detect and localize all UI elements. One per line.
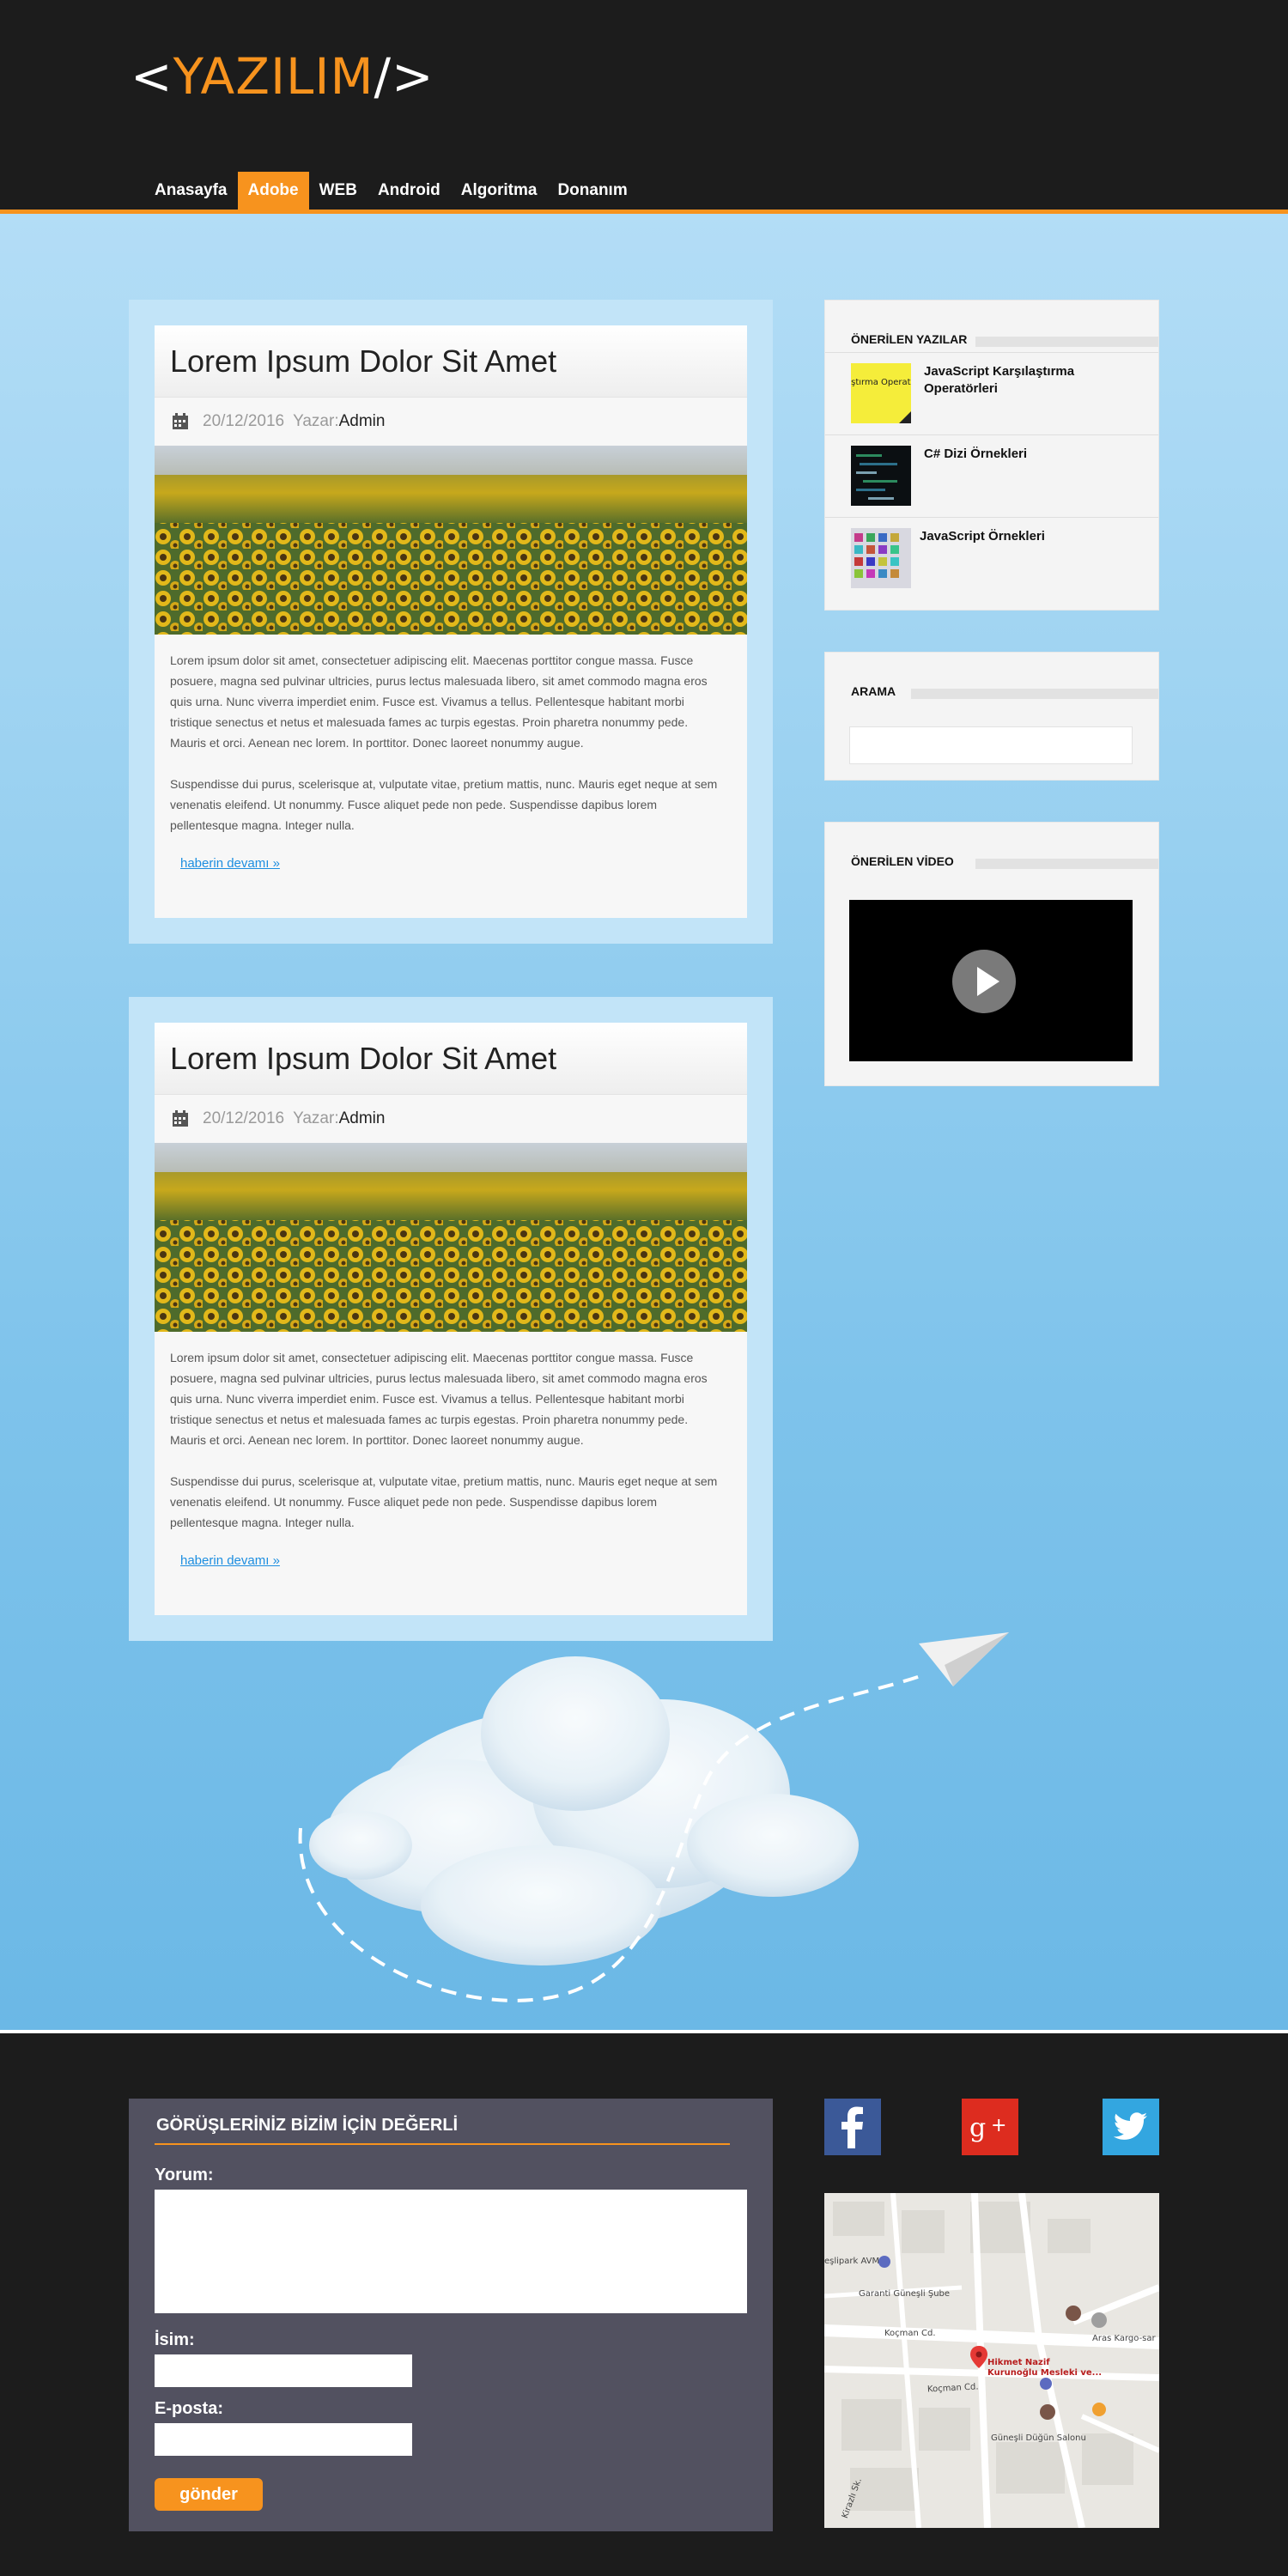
post-paragraph: Lorem ipsum dolor sit amet, consectetuer… — [170, 653, 708, 750]
twitter-icon[interactable] — [1103, 2099, 1159, 2155]
post-card: Lorem Ipsum Dolor Sit Amet 20/12/2016 Ya… — [155, 325, 747, 918]
post-paragraph: Suspendisse dui purus, scelerisque at, v… — [170, 777, 718, 832]
calendar-icon — [172, 1110, 189, 1127]
svg-text:g: g — [969, 2113, 986, 2143]
search-input[interactable] — [849, 726, 1133, 764]
post-thumbnail: aştırma Operatö — [851, 363, 911, 423]
email-field[interactable] — [155, 2423, 412, 2456]
recommended-item[interactable]: aştırma Operatö JavaScript Karşılaştırma… — [825, 352, 1158, 434]
play-icon[interactable] — [952, 950, 1016, 1013]
post-meta: 20/12/2016 Yazar: Admin — [155, 1095, 747, 1143]
location-map[interactable]: eşlipark AVM Garanti Güneşli Şube Koçman… — [824, 2193, 1159, 2528]
widget-title: ÖNERİLEN YAZILAR — [825, 326, 1158, 352]
nav-item-algoritma[interactable]: Algoritma — [451, 172, 548, 210]
nav-item-adobe[interactable]: Adobe — [237, 172, 309, 210]
recommended-posts-widget: ÖNERİLEN YAZILAR aştırma Operatö JavaScr… — [824, 300, 1159, 611]
cloud-illustration — [298, 1632, 1009, 2002]
recommended-title[interactable]: JavaScript Karşılaştırma Operatörleri — [924, 363, 1130, 398]
post-thumbnail — [851, 528, 911, 588]
paper-plane-icon — [919, 1632, 1009, 1686]
recommended-item[interactable]: C# Dizi Örnekleri — [825, 434, 1158, 517]
form-title-underline — [155, 2143, 730, 2145]
calendar-icon — [172, 413, 189, 430]
video-player[interactable] — [849, 900, 1133, 1061]
name-label: İsim: — [155, 2330, 195, 2349]
post-title[interactable]: Lorem Ipsum Dolor Sit Amet — [155, 1023, 747, 1095]
search-widget: ARAMA — [824, 652, 1159, 781]
widget-title: ÖNERİLEN VİDEO — [825, 848, 1158, 874]
map-label: Güneşli Düğün Salonu — [991, 2433, 1086, 2443]
author-label: Yazar: — [293, 412, 339, 430]
facebook-icon[interactable] — [824, 2099, 881, 2155]
map-label: Koçman Cd. — [884, 2329, 936, 2338]
post-author[interactable]: Admin — [339, 1109, 386, 1128]
video-widget: ÖNERİLEN VİDEO — [824, 822, 1159, 1086]
cloud-shape — [309, 1656, 859, 1965]
site-header: <YAZILIM/> Anasayfa Adobe WEB Android Al… — [0, 0, 1288, 210]
form-title: GÖRÜŞLERİNİZ BİZİM İÇİN DEĞERLİ — [156, 2116, 459, 2135]
post-body: Lorem ipsum dolor sit amet, consectetuer… — [155, 635, 747, 835]
recommended-item[interactable]: JavaScript Örnekleri — [825, 517, 1158, 599]
post-date: 20/12/2016 — [203, 1109, 285, 1127]
widget-title: ARAMA — [825, 678, 1158, 704]
svg-text:+: + — [991, 2115, 1006, 2136]
email-label: E-posta: — [155, 2399, 223, 2418]
recommended-title[interactable]: JavaScript Örnekleri — [920, 528, 1126, 545]
post-meta: 20/12/2016 Yazar: Admin — [155, 398, 747, 446]
comment-textarea[interactable] — [155, 2190, 747, 2313]
site-logo[interactable]: <YAZILIM/> — [131, 47, 434, 106]
site-footer: GÖRÜŞLERİNİZ BİZİM İÇİN DEĞERLİ Yorum: İ… — [0, 2033, 1288, 2576]
post-container: Lorem Ipsum Dolor Sit Amet 20/12/2016 Ya… — [129, 300, 773, 944]
map-label: Hikmet Nazif — [987, 2358, 1050, 2367]
map-label: eşlipark AVM — [824, 2257, 880, 2266]
nav-item-android[interactable]: Android — [368, 172, 451, 210]
nav-item-web[interactable]: WEB — [309, 172, 368, 210]
main-nav: Anasayfa Adobe WEB Android Algoritma Don… — [144, 172, 638, 210]
map-label: Garanti Güneşli Şube — [859, 2289, 951, 2299]
read-more-link[interactable]: haberin devamı » — [180, 856, 280, 871]
name-field[interactable] — [155, 2354, 412, 2387]
comment-label: Yorum: — [155, 2166, 214, 2184]
map-label: Kurunoğlu Mesleki ve... — [987, 2368, 1103, 2378]
svg-text:aştırma Operatö: aştırma Operatö — [851, 378, 911, 387]
sunflower-field-image — [155, 446, 747, 635]
sunflower-field-image — [155, 1143, 747, 1332]
post-title[interactable]: Lorem Ipsum Dolor Sit Amet — [155, 325, 747, 398]
nav-item-anasayfa[interactable]: Anasayfa — [144, 172, 238, 210]
google-plus-icon[interactable]: g + — [962, 2099, 1018, 2155]
author-label: Yazar: — [293, 1109, 339, 1127]
post-date: 20/12/2016 — [203, 412, 285, 430]
nav-item-donanim[interactable]: Donanım — [547, 172, 637, 210]
feedback-form: GÖRÜŞLERİNİZ BİZİM İÇİN DEĞERLİ Yorum: İ… — [129, 2099, 773, 2531]
submit-button[interactable]: gönder — [155, 2478, 263, 2511]
recommended-title[interactable]: C# Dizi Örnekleri — [924, 446, 1130, 463]
post-paragraph: Lorem ipsum dolor sit amet, consectetuer… — [170, 1351, 708, 1447]
post-thumbnail — [851, 446, 911, 506]
post-author[interactable]: Admin — [339, 412, 386, 431]
main-content: Lorem Ipsum Dolor Sit Amet 20/12/2016 Ya… — [0, 214, 1288, 2030]
map-label: Aras Kargo-sar — [1092, 2334, 1156, 2343]
